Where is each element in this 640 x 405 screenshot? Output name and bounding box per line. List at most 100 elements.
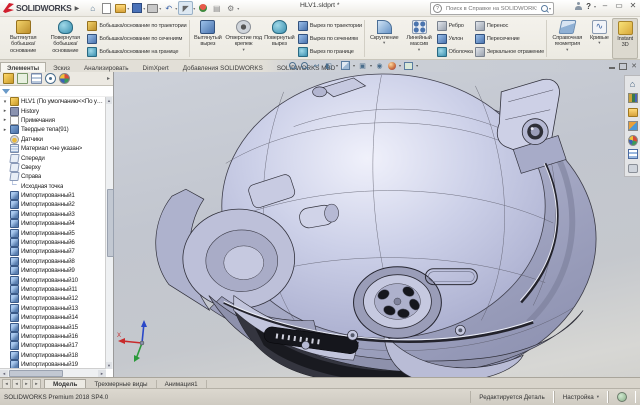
dimxpertmanager-tab-icon[interactable] xyxy=(45,73,56,84)
filter-icon[interactable] xyxy=(2,88,10,94)
tree-item[interactable]: Импортированный6 xyxy=(0,238,106,248)
search-dropdown-caret[interactable]: ▾ xyxy=(549,6,551,11)
shell-button[interactable]: Оболочка xyxy=(436,46,473,57)
print-icon[interactable] xyxy=(146,2,159,14)
graphics-viewport[interactable]: ⌂ X xyxy=(114,72,640,377)
tree-root-item[interactable]: ▾ HLV1 (По умолчанию<<По умолчани xyxy=(0,97,106,107)
select-icon[interactable]: ◤ xyxy=(178,1,194,15)
tree-item[interactable]: Импортированный18 xyxy=(0,350,106,360)
design-library-icon[interactable] xyxy=(627,93,638,103)
revolved-cut-button[interactable]: Повернутый вырез xyxy=(262,18,297,59)
fillet-button[interactable]: Скругление ▾ xyxy=(366,18,403,59)
curves-button[interactable]: ∿ Кривые ▾ xyxy=(587,18,613,59)
tree-item[interactable]: Импортированный12 xyxy=(0,294,106,304)
mirror-button[interactable]: Зеркальное отражение xyxy=(474,46,544,57)
tree-item[interactable]: Импортированный15 xyxy=(0,322,106,332)
tree-item[interactable]: Импортированный13 xyxy=(0,303,106,313)
section-view-icon[interactable]: ◧ xyxy=(324,61,333,70)
tree-item[interactable]: Импортированный5 xyxy=(0,228,106,238)
propertymanager-tab-icon[interactable] xyxy=(17,73,28,84)
lofted-boss-button[interactable]: Бобышка/основание по сечениям xyxy=(87,33,186,44)
boundary-boss-button[interactable]: Бобышка/основание на границе xyxy=(87,46,186,57)
user-login-icon[interactable] xyxy=(575,2,583,10)
home-icon[interactable]: ⌂ xyxy=(86,2,99,14)
search-icon[interactable] xyxy=(540,5,548,12)
tree-item[interactable]: Импортированный2 xyxy=(0,200,106,210)
hscroll-thumb[interactable] xyxy=(9,369,63,377)
featuremanager-tab-icon[interactable] xyxy=(3,73,14,84)
save-icon[interactable] xyxy=(130,2,143,14)
task-home-icon[interactable]: ⌂ xyxy=(628,79,638,89)
tree-item[interactable]: ▸ Примечания xyxy=(0,115,106,125)
intersect-button[interactable]: Пересечение xyxy=(474,33,544,44)
zoom-fit-icon[interactable] xyxy=(288,61,297,70)
tree-item[interactable]: Сверху xyxy=(0,162,106,172)
zoom-area-icon[interactable] xyxy=(300,61,309,70)
hole-wizard-button[interactable]: Отверстие под крепеж ▾ xyxy=(225,18,262,59)
close-button[interactable]: ✕ xyxy=(628,1,638,11)
tree-item[interactable]: Импортированный14 xyxy=(0,313,106,323)
swept-cut-button[interactable]: Вырез по траектории xyxy=(297,20,362,31)
helmet-3d-model[interactable] xyxy=(114,72,640,377)
tree-item[interactable]: Датчики xyxy=(0,134,106,144)
maximize-button[interactable]: ▭ xyxy=(614,1,624,11)
revolved-boss-button[interactable]: Повернутая бобышка/основание xyxy=(44,18,86,59)
doc-close-icon[interactable]: ✕ xyxy=(631,63,637,70)
configurationmanager-tab-icon[interactable] xyxy=(31,73,42,84)
view-palette-icon[interactable] xyxy=(627,121,638,131)
help-icon[interactable]: ? xyxy=(586,2,591,11)
forum-icon[interactable] xyxy=(627,163,638,173)
tree-item[interactable]: Спереди xyxy=(0,153,106,163)
tree-item[interactable]: Импортированный7 xyxy=(0,247,106,257)
extruded-cut-button[interactable]: Вытянутый вырез xyxy=(190,18,225,59)
lofted-cut-button[interactable]: Вырез по сечениям xyxy=(297,33,362,44)
reference-geometry-button[interactable]: Справочная геометрия ▾ xyxy=(548,18,587,59)
custom-properties-icon[interactable] xyxy=(627,149,638,159)
customize-menu[interactable]: Настройка ▾ xyxy=(553,391,608,403)
display-style-icon[interactable]: ▣ xyxy=(358,61,367,70)
edit-appearance-icon[interactable] xyxy=(387,61,396,70)
displaymanager-tab-icon[interactable] xyxy=(59,73,70,84)
view-orientation-icon[interactable] xyxy=(341,61,351,70)
tree-vertical-scrollbar[interactable]: ▲ ▼ xyxy=(105,97,114,369)
tree-item[interactable]: Импортированный8 xyxy=(0,256,106,266)
tree-item[interactable]: Импортированный1 xyxy=(0,191,106,201)
help-caret[interactable]: ▾ xyxy=(594,4,596,9)
hide-show-items-icon[interactable]: ◉ xyxy=(375,61,384,70)
file-explorer-icon[interactable] xyxy=(627,107,638,117)
file-properties-icon[interactable]: ▤ xyxy=(210,2,223,14)
tree-item[interactable]: ▸ Твердые тела(91) xyxy=(0,125,106,135)
tree-item[interactable]: Импортированный17 xyxy=(0,341,106,351)
tree-item[interactable]: Материал <не указан> xyxy=(0,144,106,154)
view-settings-icon[interactable] xyxy=(404,61,414,70)
tree-item[interactable]: Импортированный4 xyxy=(0,219,106,229)
previous-view-icon[interactable]: ↩ xyxy=(312,61,321,70)
rebuild-icon[interactable] xyxy=(196,2,209,14)
linear-pattern-button[interactable]: Линейный массив ▾ xyxy=(403,18,436,59)
panel-expand-arrow-icon[interactable]: ▸ xyxy=(107,75,110,82)
minimize-button[interactable]: – xyxy=(600,1,610,11)
boundary-cut-button[interactable]: Вырез по границе xyxy=(297,46,362,57)
tree-horizontal-scrollbar[interactable]: ◄ ► xyxy=(0,368,106,377)
tree-item[interactable]: Импортированный3 xyxy=(0,209,106,219)
new-document-icon[interactable] xyxy=(100,2,113,14)
wrap-button[interactable]: Перенос xyxy=(474,20,544,31)
draft-button[interactable]: Уклон xyxy=(436,33,473,44)
tree-item[interactable]: Импортированный10 xyxy=(0,275,106,285)
tree-item[interactable]: Импортированный9 xyxy=(0,266,106,276)
scroll-thumb[interactable] xyxy=(106,189,114,257)
extruded-boss-button[interactable]: Вытянутая бобышка/основание xyxy=(2,18,44,59)
tree-item[interactable]: Импортированный11 xyxy=(0,285,106,294)
tree-item[interactable]: Исходная точка xyxy=(0,180,106,191)
instant3d-button[interactable]: Instant 3D xyxy=(612,18,639,59)
undo-icon[interactable]: ↶ xyxy=(162,2,175,14)
doc-minimize-icon[interactable] xyxy=(609,64,616,69)
doc-restore-icon[interactable] xyxy=(619,63,628,70)
options-gear-icon[interactable]: ⚙ xyxy=(224,2,237,14)
rib-button[interactable]: Ребро xyxy=(436,20,473,31)
online-status[interactable] xyxy=(608,391,636,403)
menu-flyout-arrow[interactable]: ▶ xyxy=(75,5,80,12)
swept-boss-button[interactable]: Бобышка/основание по траектории xyxy=(87,20,187,31)
search-input[interactable] xyxy=(444,4,539,13)
tree-item[interactable]: ▸ History xyxy=(0,106,106,116)
